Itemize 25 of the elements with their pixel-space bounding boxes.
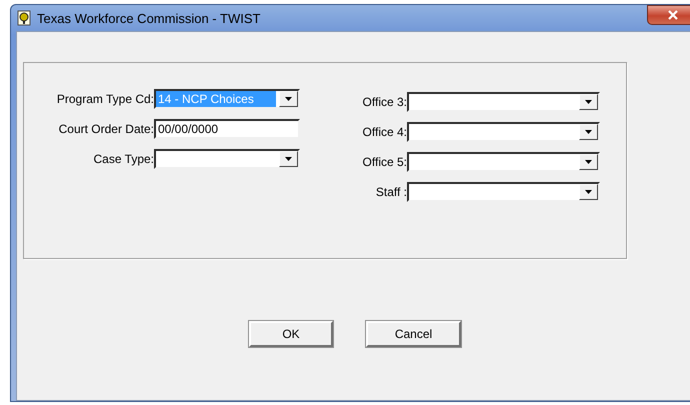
dropdown-arrow-icon (585, 100, 592, 104)
dropdown[interactable] (154, 149, 300, 169)
dropdown-arrow-icon (585, 160, 592, 164)
dropdown[interactable] (407, 92, 600, 112)
close-button[interactable] (647, 5, 690, 25)
close-icon (667, 10, 679, 20)
dropdown-arrow-icon (585, 190, 592, 194)
field-label: Case Type: (92, 152, 154, 166)
dropdown-arrow-icon (585, 130, 592, 134)
dropdown[interactable] (407, 182, 600, 202)
field-label: Court Order Date: (58, 122, 154, 136)
field-label: Office 5: (362, 155, 407, 169)
cancel-button[interactable]: Cancel (366, 321, 461, 347)
app-icon (17, 10, 31, 26)
ok-button[interactable]: OK (249, 321, 333, 347)
field-label: Program Type Cd: (56, 92, 154, 106)
dropdown[interactable] (407, 122, 600, 142)
window-title: Texas Workforce Commission - TWIST (37, 10, 260, 26)
input-field[interactable]: 00/00/0000 (154, 119, 300, 139)
dropdown[interactable] (407, 152, 600, 172)
dropdown-arrow-icon (285, 157, 292, 161)
dropdown-arrow-icon (285, 97, 292, 101)
field-label: Office 4: (362, 125, 407, 139)
field-label: Staff : (374, 185, 407, 199)
field-label: Office 3: (362, 95, 407, 109)
